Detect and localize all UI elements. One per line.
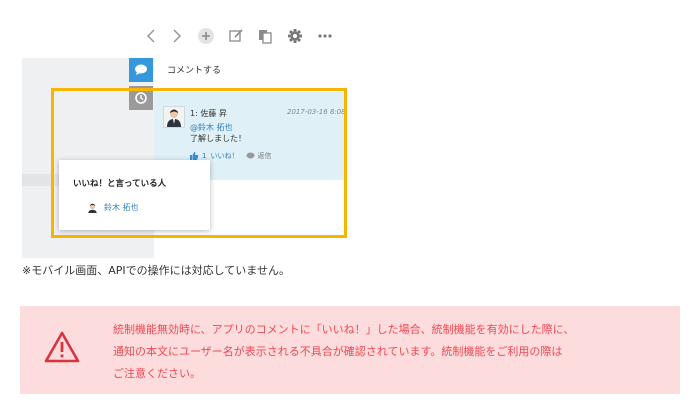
plus-icon[interactable] bbox=[194, 24, 218, 48]
warning-text: 統制機能無効時に、アプリのコメントに「いいね！」した場合、統制機能を有効にした際… bbox=[113, 319, 673, 385]
warning-line: 統制機能無効時に、アプリのコメントに「いいね！」した場合、統制機能を有効にした際… bbox=[113, 323, 575, 336]
warning-line: ご注意ください。 bbox=[113, 367, 201, 380]
edit-icon[interactable] bbox=[224, 24, 248, 48]
popover-title: いいね！と言っている人 bbox=[73, 179, 167, 189]
speech-bubble-icon bbox=[135, 64, 147, 75]
note-text: ※モバイル画面、APIでの操作には対応していません。 bbox=[22, 264, 290, 277]
comment-tab[interactable] bbox=[129, 58, 153, 82]
likes-popover: いいね！と言っている人 鈴木 拓也 bbox=[59, 160, 210, 230]
warning-icon bbox=[44, 331, 80, 363]
copy-icon[interactable] bbox=[253, 24, 277, 48]
warning-line: 通知の本文にユーザー名が表示される不具合が確認されています。統制機能をご利用の際… bbox=[113, 345, 563, 358]
comment-input-label[interactable]: コメントする bbox=[167, 63, 221, 76]
warning-box: 統制機能無効時に、アプリのコメントに「いいね！」した場合、統制機能を有効にした際… bbox=[20, 306, 680, 394]
chevron-right-icon[interactable] bbox=[164, 24, 188, 48]
liked-user-link[interactable]: 鈴木 拓也 bbox=[104, 202, 139, 213]
record-toolbar bbox=[140, 24, 345, 52]
gear-icon[interactable] bbox=[283, 24, 307, 48]
avatar bbox=[86, 200, 99, 213]
chevron-left-icon[interactable] bbox=[140, 24, 164, 48]
more-icon[interactable] bbox=[313, 24, 337, 48]
